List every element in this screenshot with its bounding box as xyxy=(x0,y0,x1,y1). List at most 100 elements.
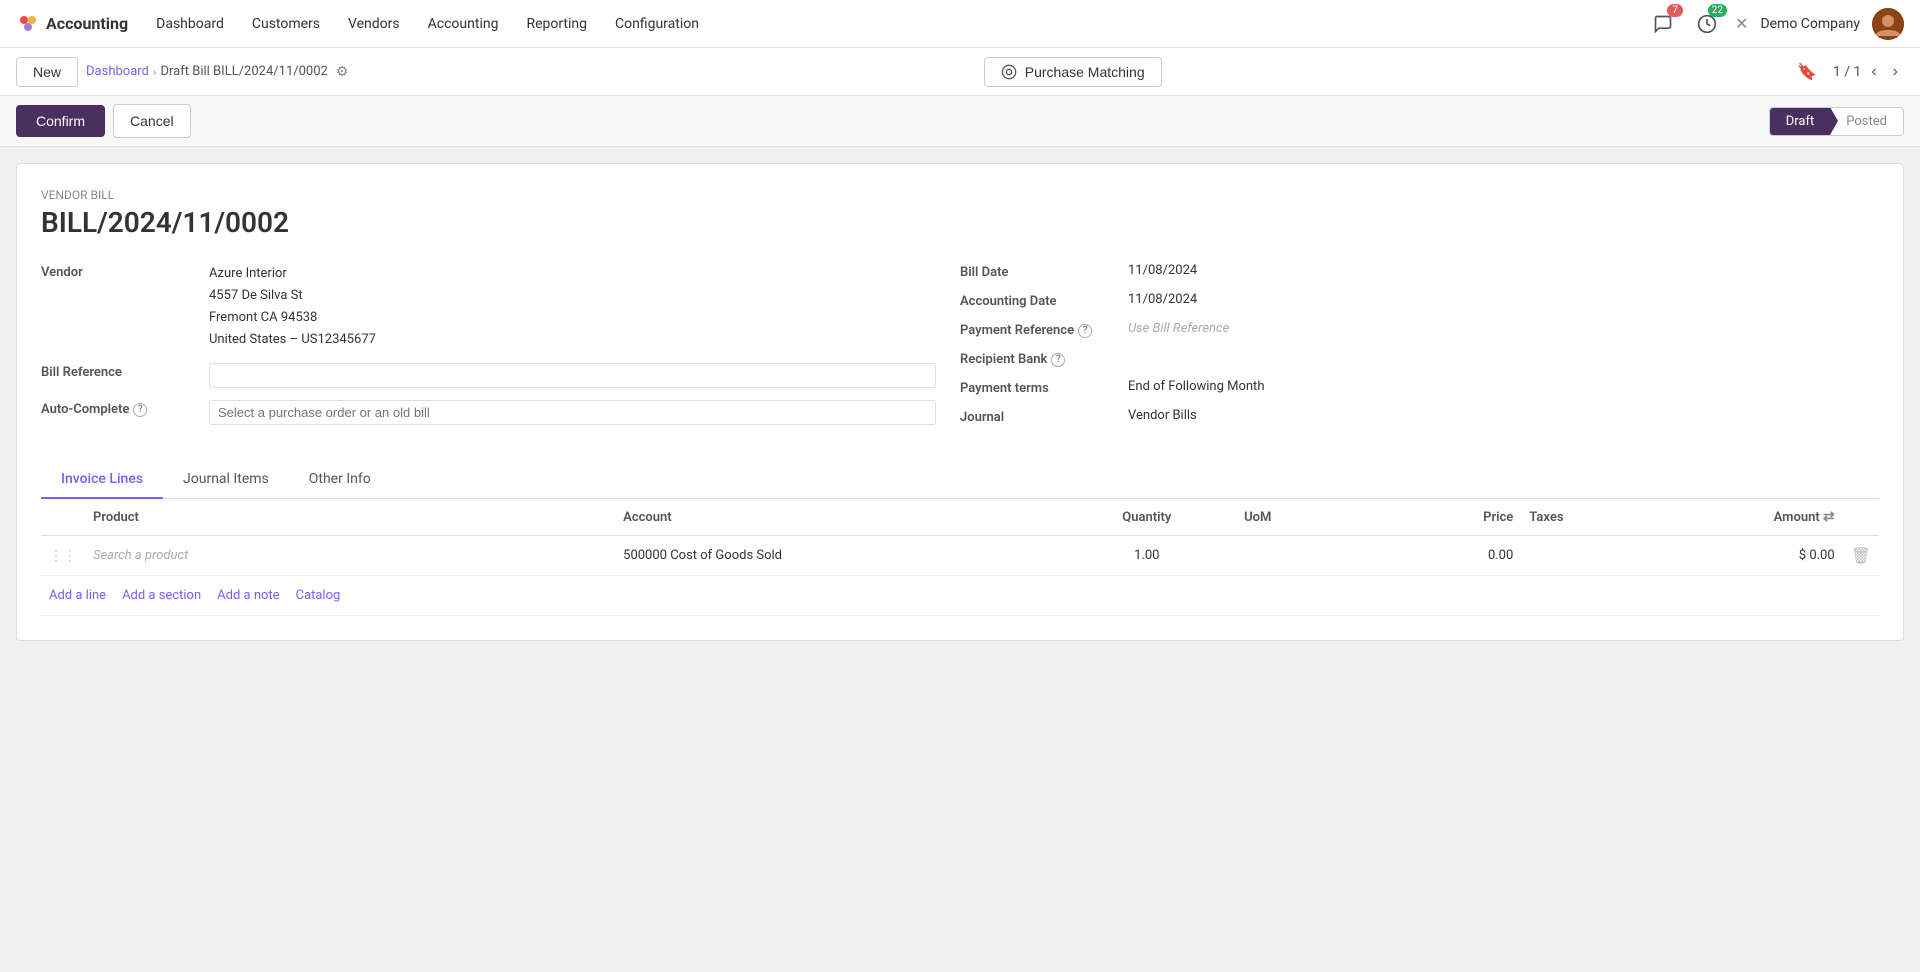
bill-date-field: Bill Date 11/08/2024 xyxy=(960,263,1855,280)
status-posted[interactable]: Posted xyxy=(1830,108,1903,135)
vendor-field: Vendor Azure Interior 4557 De Silva St F… xyxy=(41,263,936,351)
pagination-text: 1 / 1 xyxy=(1833,64,1861,80)
vendor-name: Azure Interior xyxy=(209,263,936,285)
breadcrumb-dashboard-link[interactable]: Dashboard xyxy=(86,64,149,79)
row-uom[interactable] xyxy=(1236,536,1379,576)
accounting-date-value[interactable]: 11/08/2024 xyxy=(1128,292,1855,307)
add-note-link[interactable]: Add a note xyxy=(217,588,279,603)
recipient-bank-field: Recipient Bank ? xyxy=(960,350,1855,367)
auto-complete-label: Auto-Complete xyxy=(41,402,129,417)
purchase-matching-button[interactable]: Purchase Matching xyxy=(984,57,1162,87)
vendor-address[interactable]: Azure Interior 4557 De Silva St Fremont … xyxy=(209,263,936,351)
recipient-bank-help-icon[interactable]: ? xyxy=(1051,353,1065,367)
payment-ref-value[interactable]: Use Bill Reference xyxy=(1128,321,1855,336)
pagination: 1 / 1 ‹ › xyxy=(1833,61,1904,83)
bookmark-icon[interactable]: 🔖 xyxy=(1797,62,1817,81)
vendor-label: Vendor xyxy=(41,263,201,280)
tab-journal-items[interactable]: Journal Items xyxy=(163,461,289,499)
breadcrumb-separator: › xyxy=(153,65,157,79)
nav-right-actions: 7 22 ✕ Demo Company xyxy=(1647,8,1904,40)
row-amount: $ 0.00 xyxy=(1664,536,1843,576)
status-draft[interactable]: Draft xyxy=(1770,108,1831,135)
row-taxes[interactable] xyxy=(1521,536,1664,576)
col-delete-header xyxy=(1843,499,1879,536)
auto-complete-input[interactable] xyxy=(209,400,936,425)
main-content: Vendor Bill BILL/2024/11/0002 Vendor Azu… xyxy=(16,163,1904,641)
nav-reporting[interactable]: Reporting xyxy=(514,10,599,38)
payment-ref-label: Payment Reference xyxy=(960,323,1074,338)
recipient-bank-label: Recipient Bank xyxy=(960,352,1047,367)
activity-badge: 22 xyxy=(1708,4,1727,17)
nav-dashboard[interactable]: Dashboard xyxy=(144,10,236,38)
document-type-label: Vendor Bill xyxy=(41,188,1879,202)
bill-reference-label: Bill Reference xyxy=(41,363,201,380)
row-product[interactable]: Search a product xyxy=(85,536,615,576)
app-logo[interactable]: Accounting xyxy=(16,12,128,36)
breadcrumb-current: Draft Bill BILL/2024/11/0002 xyxy=(161,64,328,79)
chat-badge: 7 xyxy=(1667,4,1683,17)
row-delete[interactable]: 🗑 xyxy=(1843,536,1879,576)
company-name[interactable]: Demo Company xyxy=(1760,16,1860,32)
payment-ref-label-wrap: Payment Reference ? xyxy=(960,321,1120,338)
adjust-columns-icon[interactable]: ⇄ xyxy=(1823,509,1835,525)
vendor-address-line3: United States – US12345677 xyxy=(209,329,936,351)
app-name: Accounting xyxy=(46,14,128,33)
drag-handle-icon[interactable]: ⋮⋮ xyxy=(49,548,77,564)
prev-button[interactable]: ‹ xyxy=(1865,61,1882,83)
form-left-column: Vendor Azure Interior 4557 De Silva St F… xyxy=(41,263,960,437)
catalog-link[interactable]: Catalog xyxy=(296,588,341,603)
add-section-link[interactable]: Add a section xyxy=(122,588,201,603)
tab-other-info[interactable]: Other Info xyxy=(289,461,391,499)
activity-button[interactable]: 22 xyxy=(1691,8,1723,40)
user-avatar[interactable] xyxy=(1872,8,1904,40)
cancel-button[interactable]: Cancel xyxy=(113,104,191,138)
confirm-button[interactable]: Confirm xyxy=(16,105,105,137)
activity-icon xyxy=(1697,14,1717,34)
nav-accounting[interactable]: Accounting xyxy=(416,10,511,38)
table-row: ⋮⋮ Search a product 500000 Cost of Goods… xyxy=(41,536,1879,576)
accounting-date-field: Accounting Date 11/08/2024 xyxy=(960,292,1855,309)
purchase-matching-icon xyxy=(1001,64,1017,80)
close-icon[interactable]: ✕ xyxy=(1735,14,1748,33)
bill-reference-input[interactable] xyxy=(209,363,936,388)
settings-gear-icon[interactable]: ⚙ xyxy=(336,64,349,80)
avatar-image xyxy=(1872,8,1904,40)
product-search-input[interactable]: Search a product xyxy=(93,548,188,563)
vendor-address-line2: Fremont CA 94538 xyxy=(209,307,936,329)
chat-icon xyxy=(1653,14,1673,34)
form-right-column: Bill Date 11/08/2024 Accounting Date 11/… xyxy=(960,263,1879,437)
bill-date-value[interactable]: 11/08/2024 xyxy=(1128,263,1855,278)
chat-button[interactable]: 7 xyxy=(1647,8,1679,40)
tab-invoice-lines[interactable]: Invoice Lines xyxy=(41,461,163,499)
auto-complete-label-wrap: Auto-Complete ? xyxy=(41,400,201,417)
invoice-table: Product Account Quantity UoM Price Taxes… xyxy=(41,499,1879,576)
journal-value[interactable]: Vendor Bills xyxy=(1128,408,1855,423)
row-price[interactable]: 0.00 xyxy=(1379,536,1522,576)
top-navigation: Accounting Dashboard Customers Vendors A… xyxy=(0,0,1920,48)
bill-date-label: Bill Date xyxy=(960,263,1120,280)
nav-vendors[interactable]: Vendors xyxy=(336,10,412,38)
app-logo-icon xyxy=(16,12,40,36)
tabs: Invoice Lines Journal Items Other Info xyxy=(41,461,1879,499)
payment-ref-field: Payment Reference ? Use Bill Reference xyxy=(960,321,1855,338)
col-price-header: Price xyxy=(1379,499,1522,536)
status-bar: Draft Posted xyxy=(1769,107,1904,136)
next-button[interactable]: › xyxy=(1887,61,1904,83)
add-line-link[interactable]: Add a line xyxy=(49,588,106,603)
new-button[interactable]: New xyxy=(16,57,78,87)
row-account[interactable]: 500000 Cost of Goods Sold xyxy=(615,536,1057,576)
auto-complete-field: Auto-Complete ? xyxy=(41,400,936,425)
purchase-matching-label: Purchase Matching xyxy=(1025,64,1145,80)
row-quantity[interactable]: 1.00 xyxy=(1058,536,1237,576)
payment-terms-value[interactable]: End of Following Month xyxy=(1128,379,1855,394)
auto-complete-help-icon[interactable]: ? xyxy=(133,403,147,417)
nav-configuration[interactable]: Configuration xyxy=(603,10,711,38)
row-drag-handle[interactable]: ⋮⋮ xyxy=(41,536,85,576)
form-grid: Vendor Azure Interior 4557 De Silva St F… xyxy=(41,263,1879,437)
payment-ref-help-icon[interactable]: ? xyxy=(1078,324,1092,338)
nav-customers[interactable]: Customers xyxy=(240,10,332,38)
journal-label: Journal xyxy=(960,408,1120,425)
vendor-address-line1: 4557 De Silva St xyxy=(209,285,936,307)
delete-row-icon[interactable]: 🗑 xyxy=(1851,546,1871,565)
col-quantity-header: Quantity xyxy=(1058,499,1237,536)
